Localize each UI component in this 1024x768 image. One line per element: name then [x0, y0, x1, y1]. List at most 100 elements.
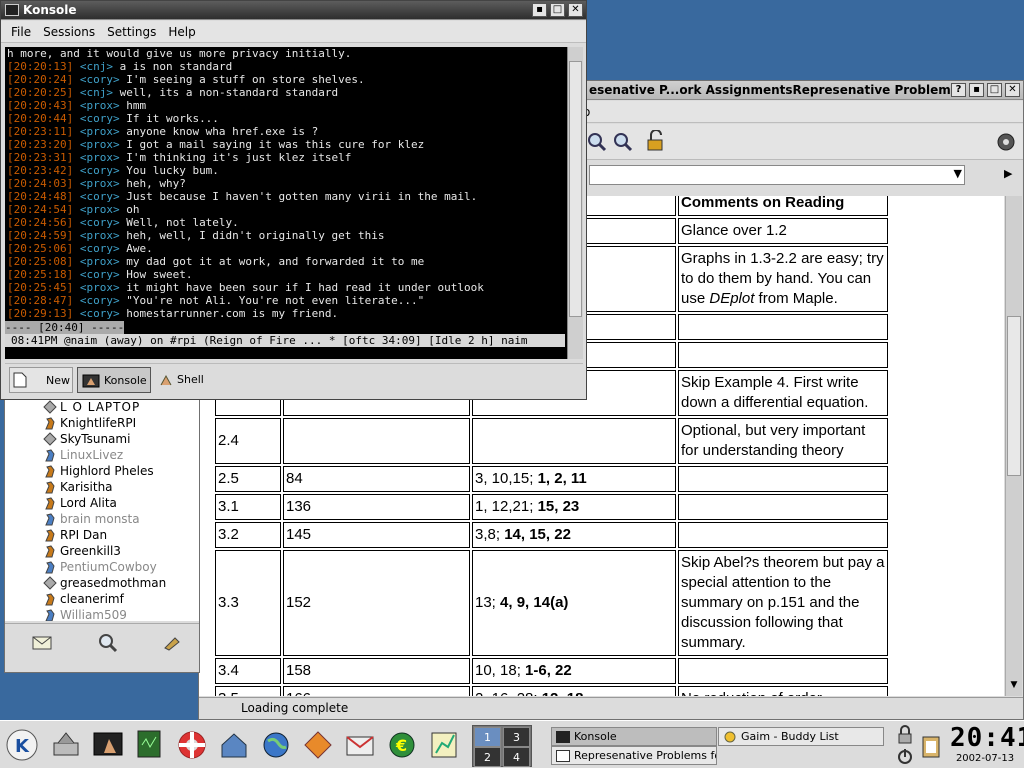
table-row: 3.2 145 3,8; 14, 15, 22	[215, 522, 888, 548]
section-cell: 3.1	[215, 494, 281, 520]
problems-cell: 10, 18; 1-6, 22	[472, 658, 676, 684]
buddy-item[interactable]: Greenkill3	[5, 543, 199, 559]
timestamp: [20:24:59]	[7, 229, 74, 242]
nickname: <prox>	[73, 255, 120, 268]
tab-konsole[interactable]: Konsole	[77, 367, 151, 393]
problems-text: 10, 18;	[475, 662, 526, 679]
terminal-output[interactable]: h more, and it would give us more privac…	[5, 47, 567, 359]
scrollbar-thumb[interactable]	[1007, 316, 1021, 476]
spreadsheet-icon[interactable]	[428, 729, 460, 761]
message: If it works...	[119, 112, 219, 125]
buddy-item[interactable]: greasedmothman	[5, 575, 199, 591]
comment-cell	[678, 314, 888, 340]
terminal-launcher-icon[interactable]	[92, 729, 124, 761]
terminal-scrollbar[interactable]	[567, 47, 583, 359]
timestamp: [20:23:31]	[7, 151, 74, 164]
table-row: 2.5 84 3, 10,15; 1, 2, 11	[215, 466, 888, 492]
terminal-icon[interactable]	[5, 4, 19, 16]
buddy-item[interactable]: PentiumCowboy	[5, 559, 199, 575]
office-icon[interactable]	[302, 729, 334, 761]
menu-help[interactable]: Help	[162, 25, 201, 39]
close-button[interactable]: ✕	[568, 3, 583, 17]
close-button[interactable]: ✕	[1005, 83, 1020, 97]
timestamp: [20:23:42]	[7, 164, 74, 177]
gear-icon[interactable]	[994, 130, 1018, 154]
task-gaim[interactable]: Gaim - Buddy List	[718, 727, 884, 746]
problems-text: 2, 16, 28;	[475, 690, 542, 696]
lock-icon[interactable]	[645, 130, 667, 152]
buddy-name: Highlord Pheles	[60, 464, 154, 478]
clipboard-icon[interactable]	[920, 733, 942, 759]
buddy-item[interactable]: William509	[5, 607, 199, 621]
gaim-icon	[724, 731, 736, 743]
message: oh	[119, 203, 140, 216]
system-monitor-icon[interactable]	[134, 729, 166, 761]
problems-cell: 3, 10,15; 1, 2, 11	[472, 466, 676, 492]
help-lifebuoy-icon[interactable]	[176, 729, 208, 761]
problems-cell: 1, 12,21; 15, 23	[472, 494, 676, 520]
mail-icon[interactable]	[344, 729, 376, 761]
terminal-line: [20:24:59] <prox> heh, well, I didn't or…	[7, 229, 567, 242]
buddy-item[interactable]: SkyTsunami	[5, 431, 199, 447]
help-button[interactable]: ?	[951, 83, 966, 97]
buddy-item[interactable]: L O LAPTOP	[5, 399, 199, 415]
menu-file[interactable]: File	[5, 25, 37, 39]
buddy-item[interactable]: Highlord Pheles	[5, 463, 199, 479]
zoom-out-icon[interactable]	[613, 132, 633, 152]
desktop-4[interactable]: 4	[503, 747, 530, 767]
deplot-link[interactable]: DEplot	[709, 290, 754, 307]
maximize-button[interactable]: □	[550, 3, 565, 17]
buddy-item[interactable]: RPI Dan	[5, 527, 199, 543]
chevron-down-icon[interactable]: ▼	[954, 167, 962, 180]
section-cell: 3.4	[215, 658, 281, 684]
desktop-2[interactable]: 2	[474, 747, 501, 767]
kde-menu-icon[interactable]: K	[4, 727, 40, 763]
chevron-right-icon[interactable]: ▶	[1004, 167, 1012, 180]
logout-icon[interactable]	[896, 747, 914, 765]
vertical-scrollbar[interactable]: ▼	[1005, 196, 1022, 696]
minimize-button[interactable]: ▪	[969, 83, 984, 97]
home-folder-icon[interactable]	[218, 729, 250, 761]
buddy-person-icon	[45, 497, 55, 510]
send-message-icon[interactable]	[31, 632, 53, 654]
comment-text: Glance over 1.2	[681, 222, 787, 239]
lock-screen-icon[interactable]	[896, 725, 914, 745]
clock[interactable]: 20:41 2002-07-13	[950, 723, 1024, 767]
problems-cell: 2, 16, 28; 12, 18	[472, 686, 676, 696]
get-info-icon[interactable]	[97, 632, 119, 654]
timestamp: [20:25:08]	[7, 255, 74, 268]
desktop-3[interactable]: 3	[503, 727, 530, 747]
menu-settings[interactable]: Settings	[101, 25, 162, 39]
new-session-button[interactable]: New	[9, 367, 73, 393]
desktop-access-icon[interactable]	[50, 729, 82, 761]
buddy-item[interactable]: LinuxLivez	[5, 447, 199, 463]
buddy-item[interactable]: Karisitha	[5, 479, 199, 495]
timestamp: [20:25:18]	[7, 268, 74, 281]
buddy-item[interactable]: brain monsta	[5, 511, 199, 527]
task-konsole[interactable]: Konsole	[551, 727, 717, 746]
minimize-button[interactable]: ▪	[532, 3, 547, 17]
buddy-item[interactable]: cleanerimf	[5, 591, 199, 607]
table-row: 2.4 Optional, but very important for unde…	[215, 418, 888, 464]
buddy-item[interactable]: KnightlifeRPI	[5, 415, 199, 431]
finance-icon[interactable]: €	[386, 729, 418, 761]
scroll-down-icon[interactable]: ▼	[1007, 680, 1021, 696]
terminal-lines: h more, and it would give us more privac…	[7, 47, 567, 320]
terminal-scroll-thumb[interactable]	[569, 61, 582, 317]
menu-sessions[interactable]: Sessions	[37, 25, 101, 39]
zoom-in-icon[interactable]	[587, 132, 607, 152]
konsole-titlebar[interactable]: Konsole ▪ □ ✕	[1, 1, 586, 20]
task-browser[interactable]: Represenative Problems for H	[551, 746, 717, 765]
location-combobox[interactable]: ▼	[589, 165, 965, 185]
page-cell: 166	[283, 686, 470, 696]
buddy-person-icon	[45, 449, 55, 462]
problems-text: 3,8;	[475, 526, 505, 543]
desktop-1[interactable]: 1	[474, 727, 501, 747]
status-text: Loading complete	[241, 701, 349, 715]
tab-shell[interactable]: Shell	[155, 367, 211, 393]
buddy-item[interactable]: Lord Alita	[5, 495, 199, 511]
message: hmm	[119, 99, 147, 112]
maximize-button[interactable]: □	[987, 83, 1002, 97]
add-buddy-icon[interactable]	[161, 632, 183, 654]
web-browser-icon[interactable]	[260, 729, 292, 761]
